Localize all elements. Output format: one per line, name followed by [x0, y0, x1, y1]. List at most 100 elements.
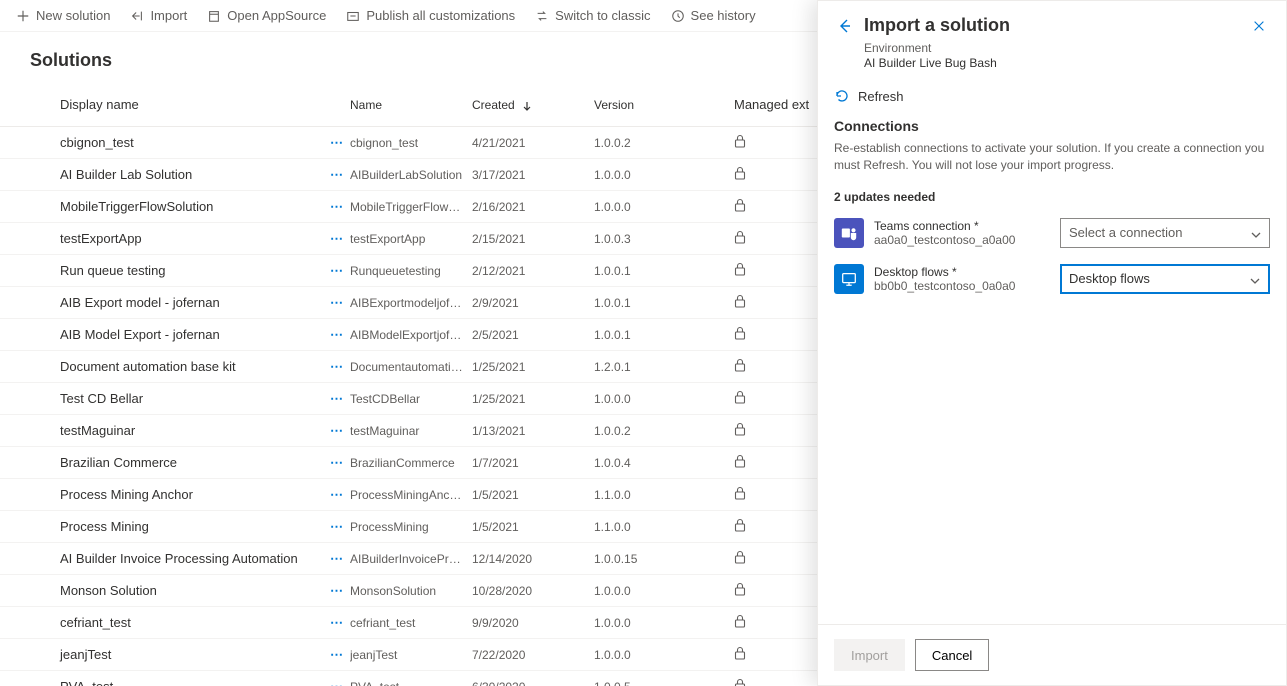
cell-name: TestCDBellar	[350, 392, 472, 406]
cell-created: 2/16/2021	[472, 200, 594, 214]
cell-created: 2/15/2021	[472, 232, 594, 246]
row-actions-button[interactable]: ⋯	[330, 327, 350, 343]
cell-display-name: cefriant_test	[60, 615, 330, 630]
row-actions-button[interactable]: ⋯	[330, 167, 350, 183]
cell-managed	[734, 390, 814, 407]
see-history-button[interactable]: See history	[663, 4, 764, 27]
switch-icon	[535, 9, 549, 23]
lock-icon	[734, 486, 746, 503]
connection-select[interactable]: Select a connection	[1060, 218, 1270, 248]
cell-name: MonsonSolution	[350, 584, 472, 598]
row-actions-button[interactable]: ⋯	[330, 135, 350, 151]
appsource-icon	[207, 9, 221, 23]
row-actions-button[interactable]: ⋯	[330, 199, 350, 215]
row-actions-button[interactable]: ⋯	[330, 391, 350, 407]
select-value: Select a connection	[1069, 225, 1182, 240]
lock-icon	[734, 326, 746, 343]
cell-created: 1/7/2021	[472, 456, 594, 470]
cell-name: testMaguinar	[350, 424, 472, 438]
cell-version: 1.1.0.0	[594, 520, 734, 534]
row-actions-button[interactable]: ⋯	[330, 583, 350, 599]
row-actions-button[interactable]: ⋯	[330, 455, 350, 471]
lock-icon	[734, 582, 746, 599]
chevron-down-icon	[1250, 274, 1260, 284]
switch-classic-button[interactable]: Switch to classic	[527, 4, 658, 27]
updates-needed: 2 updates needed	[834, 190, 1270, 204]
cell-display-name: Process Mining Anchor	[60, 487, 330, 502]
cell-name: ProcessMining	[350, 520, 472, 534]
panel-header: Import a solution	[818, 1, 1286, 41]
col-display-name[interactable]: Display name	[60, 97, 330, 112]
cell-name: ProcessMiningAnchor	[350, 488, 472, 502]
row-actions-button[interactable]: ⋯	[330, 647, 350, 663]
row-actions-button[interactable]: ⋯	[330, 295, 350, 311]
cell-display-name: cbignon_test	[60, 135, 330, 150]
switch-classic-label: Switch to classic	[555, 8, 650, 23]
row-actions-button[interactable]: ⋯	[330, 263, 350, 279]
cell-managed	[734, 326, 814, 343]
cell-managed	[734, 486, 814, 503]
cell-created: 1/25/2021	[472, 392, 594, 406]
col-created[interactable]: Created	[472, 98, 594, 112]
connection-select[interactable]: Desktop flows	[1060, 264, 1270, 294]
import-button[interactable]: Import	[122, 4, 195, 27]
publish-all-button[interactable]: Publish all customizations	[338, 4, 523, 27]
row-actions-button[interactable]: ⋯	[330, 679, 350, 686]
row-actions-button[interactable]: ⋯	[330, 231, 350, 247]
cell-version: 1.0.0.1	[594, 264, 734, 278]
cell-created: 12/14/2020	[472, 552, 594, 566]
refresh-icon	[834, 88, 850, 104]
cell-created: 2/9/2021	[472, 296, 594, 310]
cell-managed	[734, 230, 814, 247]
cell-name: cefriant_test	[350, 616, 472, 630]
cell-version: 1.0.0.2	[594, 136, 734, 150]
cell-created: 4/21/2021	[472, 136, 594, 150]
cell-name: AIBuilderInvoiceProc...	[350, 552, 472, 566]
col-managed-ext[interactable]: Managed ext	[734, 97, 814, 112]
cell-managed	[734, 422, 814, 439]
cell-managed	[734, 294, 814, 311]
cell-created: 3/17/2021	[472, 168, 594, 182]
connection-label: Teams connection *aa0a0_testcontoso_a0a0…	[874, 218, 1050, 247]
row-actions-button[interactable]: ⋯	[330, 487, 350, 503]
col-name[interactable]: Name	[350, 98, 472, 112]
lock-icon	[734, 134, 746, 151]
cell-display-name: testMaguinar	[60, 423, 330, 438]
cell-name: BrazilianCommerce	[350, 456, 472, 470]
open-appsource-button[interactable]: Open AppSource	[199, 4, 334, 27]
row-actions-button[interactable]: ⋯	[330, 519, 350, 535]
connections-desc: Re-establish connections to activate you…	[834, 140, 1270, 174]
row-actions-button[interactable]: ⋯	[330, 615, 350, 631]
cell-version: 1.0.0.1	[594, 296, 734, 310]
back-button[interactable]	[834, 15, 856, 37]
cell-managed	[734, 262, 814, 279]
cell-version: 1.0.0.0	[594, 200, 734, 214]
import-label: Import	[150, 8, 187, 23]
cell-managed	[734, 646, 814, 663]
teams-icon	[834, 218, 864, 248]
cell-display-name: PVA_test	[60, 679, 330, 686]
cell-name: AIBModelExportjofer...	[350, 328, 472, 342]
row-actions-button[interactable]: ⋯	[330, 423, 350, 439]
cell-display-name: Process Mining	[60, 519, 330, 534]
col-version[interactable]: Version	[594, 98, 734, 112]
close-button[interactable]	[1248, 15, 1270, 37]
cell-created: 2/12/2021	[472, 264, 594, 278]
cell-version: 1.0.0.0	[594, 648, 734, 662]
cell-version: 1.0.0.1	[594, 328, 734, 342]
new-solution-button[interactable]: New solution	[8, 4, 118, 27]
history-icon	[671, 9, 685, 23]
cell-managed	[734, 454, 814, 471]
connections-title: Connections	[834, 118, 1270, 134]
refresh-button[interactable]: Refresh	[834, 88, 1270, 104]
row-actions-button[interactable]: ⋯	[330, 359, 350, 375]
connection-id: bb0b0_testcontoso_0a0a0	[874, 279, 1050, 293]
cell-managed	[734, 582, 814, 599]
cancel-button[interactable]: Cancel	[915, 639, 989, 671]
panel-subheader: Environment AI Builder Live Bug Bash	[818, 41, 1286, 70]
desktop-icon	[834, 264, 864, 294]
cell-created: 9/9/2020	[472, 616, 594, 630]
lock-icon	[734, 262, 746, 279]
back-arrow-icon	[837, 18, 853, 34]
row-actions-button[interactable]: ⋯	[330, 551, 350, 567]
